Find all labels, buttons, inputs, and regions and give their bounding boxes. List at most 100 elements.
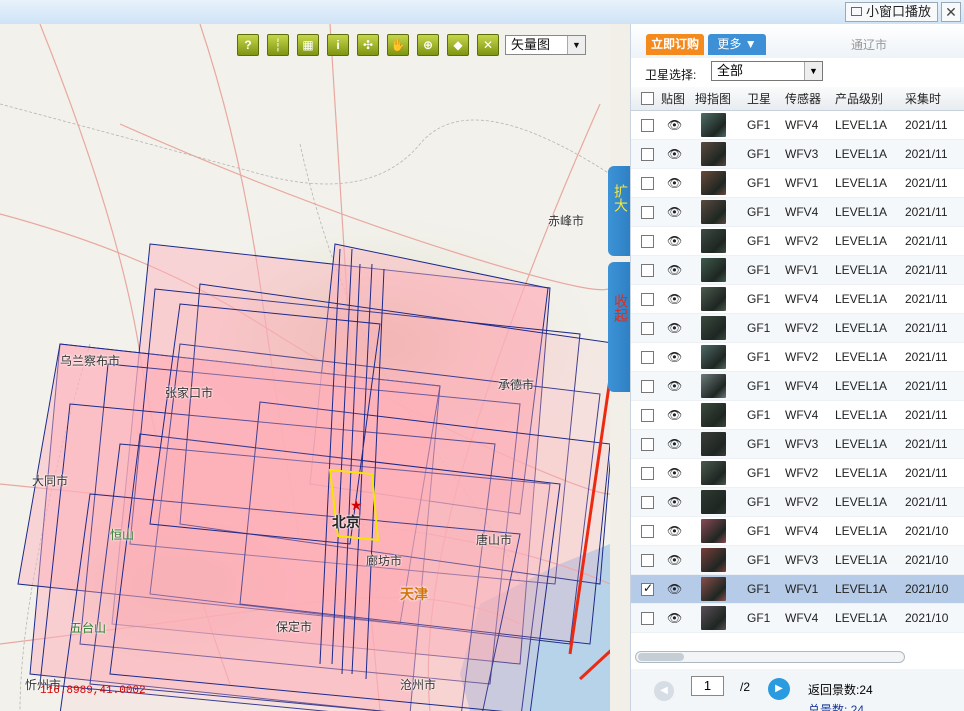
eye-icon[interactable]: 👁 xyxy=(667,118,682,132)
eye-icon[interactable]: 👁 xyxy=(667,379,682,393)
row-checkbox[interactable] xyxy=(641,379,654,393)
pan-hand-button[interactable]: ✋ xyxy=(387,34,409,56)
thumbnail-cell[interactable] xyxy=(695,168,747,198)
eye-icon[interactable]: 👁 xyxy=(667,466,682,480)
overlay-cell[interactable]: 👁 xyxy=(661,458,695,488)
thumbnail-image[interactable] xyxy=(701,605,726,630)
overlay-cell[interactable]: 👁 xyxy=(661,168,695,198)
scrollbar-thumb[interactable] xyxy=(638,653,684,661)
table-row[interactable]: 👁 GF1 WFV3 LEVEL1A 2021/10 xyxy=(631,545,964,575)
thumbnail-cell[interactable] xyxy=(695,255,747,285)
eye-icon[interactable]: 👁 xyxy=(667,495,682,509)
row-checkbox-cell[interactable] xyxy=(631,400,661,430)
thumbnail-cell[interactable] xyxy=(695,429,747,459)
eye-icon[interactable]: 👁 xyxy=(667,263,682,277)
eye-icon[interactable]: 👁 xyxy=(667,408,682,422)
overlay-cell[interactable]: 👁 xyxy=(661,487,695,517)
eye-icon[interactable]: 👁 xyxy=(667,176,682,190)
thumbnail-image[interactable] xyxy=(701,518,726,543)
eye-icon[interactable]: 👁 xyxy=(667,582,682,596)
eye-icon[interactable]: 👁 xyxy=(667,321,682,335)
thumbnail-image[interactable] xyxy=(701,344,726,369)
row-checkbox[interactable] xyxy=(641,466,654,480)
eye-icon[interactable]: 👁 xyxy=(667,234,682,248)
table-row[interactable]: 👁 GF1 WFV4 LEVEL1A 2021/11 xyxy=(631,371,964,401)
thumbnail-cell[interactable] xyxy=(695,110,747,140)
table-row[interactable]: 👁 GF1 WFV4 LEVEL1A 2021/11 xyxy=(631,400,964,430)
more-button[interactable]: 更多 ▼ xyxy=(708,34,766,55)
thumbnail-image[interactable] xyxy=(701,431,726,456)
row-checkbox[interactable] xyxy=(641,147,654,161)
thumbnail-cell[interactable] xyxy=(695,545,747,575)
table-row[interactable]: 👁 GF1 WFV4 LEVEL1A 2021/11 xyxy=(631,284,964,314)
thumbnail-image[interactable] xyxy=(701,199,726,224)
row-checkbox[interactable] xyxy=(641,437,654,451)
overlay-cell[interactable]: 👁 xyxy=(661,110,695,140)
row-checkbox-cell[interactable] xyxy=(631,139,661,169)
thumbnail-image[interactable] xyxy=(701,489,726,514)
order-now-button[interactable]: 立即订购 xyxy=(646,34,704,55)
overlay-cell[interactable]: 👁 xyxy=(661,342,695,372)
row-checkbox[interactable] xyxy=(641,524,654,538)
row-checkbox[interactable] xyxy=(641,611,654,625)
table-row[interactable]: 👁 GF1WFV1LEVEL1A2021/10 xyxy=(631,574,964,604)
row-checkbox-cell[interactable] xyxy=(631,197,661,227)
satellite-select[interactable]: 全部 ▼ xyxy=(711,61,823,81)
thumbnail-cell[interactable] xyxy=(695,342,747,372)
thumbnail-cell[interactable] xyxy=(695,458,747,488)
ruler-button[interactable]: ┆ xyxy=(267,34,289,56)
thumbnail-image[interactable] xyxy=(701,112,726,137)
table-row[interactable]: 👁 GF1 WFV4 LEVEL1A 2021/11 xyxy=(631,197,964,227)
row-checkbox[interactable] xyxy=(641,408,654,422)
thumbnail-image[interactable] xyxy=(701,402,726,427)
row-checkbox[interactable] xyxy=(641,118,654,132)
overlay-cell[interactable]: 👁 xyxy=(661,255,695,285)
overlay-cell[interactable]: 👁 xyxy=(661,139,695,169)
thumbnail-cell[interactable] xyxy=(695,197,747,227)
overlay-cell[interactable]: 👁 xyxy=(661,371,695,401)
thumbnail-cell[interactable] xyxy=(695,139,747,169)
row-checkbox[interactable] xyxy=(641,581,654,596)
eye-icon[interactable]: 👁 xyxy=(667,292,682,306)
overlay-cell[interactable]: 👁 xyxy=(661,545,695,575)
table-row[interactable]: 👁 GF1 WFV3 LEVEL1A 2021/11 xyxy=(631,429,964,459)
thumbnail-cell[interactable] xyxy=(695,226,747,256)
row-checkbox-cell[interactable] xyxy=(631,342,661,372)
overlay-cell[interactable]: 👁 xyxy=(661,516,695,546)
next-page-button[interactable]: ▶ xyxy=(768,678,790,700)
overlay-cell[interactable]: 👁 xyxy=(661,603,695,633)
prev-page-button[interactable]: ◀ xyxy=(654,681,674,701)
row-checkbox[interactable] xyxy=(641,495,654,509)
page-number-input[interactable]: 1 xyxy=(691,676,724,696)
eye-icon[interactable]: 👁 xyxy=(667,611,682,625)
row-checkbox-cell[interactable] xyxy=(631,284,661,314)
table-row[interactable]: 👁 GF1 WFV2 LEVEL1A 2021/11 xyxy=(631,458,964,488)
info-button[interactable]: i xyxy=(327,34,349,56)
clear-shape-button[interactable]: ◆ xyxy=(447,34,469,56)
eye-icon[interactable]: 👁 xyxy=(667,350,682,364)
row-checkbox-cell[interactable] xyxy=(631,429,661,459)
thumbnail-cell[interactable] xyxy=(695,313,747,343)
table-row[interactable]: 👁 GF1 WFV2 LEVEL1A 2021/11 xyxy=(631,226,964,256)
thumbnail-image[interactable] xyxy=(701,460,726,485)
table-row[interactable]: 👁 GF1 WFV4 LEVEL1A 2021/11 xyxy=(631,110,964,140)
select-all-header[interactable] xyxy=(631,87,661,111)
thumbnail-cell[interactable] xyxy=(695,487,747,517)
thumbnail-image[interactable] xyxy=(701,257,726,282)
table-row[interactable]: 👁 GF1 WFV1 LEVEL1A 2021/11 xyxy=(631,255,964,285)
thumbnail-cell[interactable] xyxy=(695,371,747,401)
row-checkbox-cell[interactable] xyxy=(631,574,661,604)
table-row[interactable]: 👁 GF1 WFV4 LEVEL1A 2021/10 xyxy=(631,603,964,633)
select-all-checkbox[interactable] xyxy=(641,92,654,106)
row-checkbox-cell[interactable] xyxy=(631,516,661,546)
overlay-cell[interactable]: 👁 xyxy=(661,313,695,343)
row-checkbox-cell[interactable] xyxy=(631,313,661,343)
full-extent-button[interactable]: ✣ xyxy=(357,34,379,56)
clear-button[interactable]: ✕ xyxy=(477,34,499,56)
close-button[interactable]: ✕ xyxy=(941,2,961,22)
thumbnail-cell[interactable] xyxy=(695,516,747,546)
table-row[interactable]: 👁 GF1 WFV2 LEVEL1A 2021/11 xyxy=(631,313,964,343)
row-checkbox[interactable] xyxy=(641,176,654,190)
thumbnail-image[interactable] xyxy=(701,373,726,398)
table-row[interactable]: 👁 GF1 WFV2 LEVEL1A 2021/11 xyxy=(631,487,964,517)
